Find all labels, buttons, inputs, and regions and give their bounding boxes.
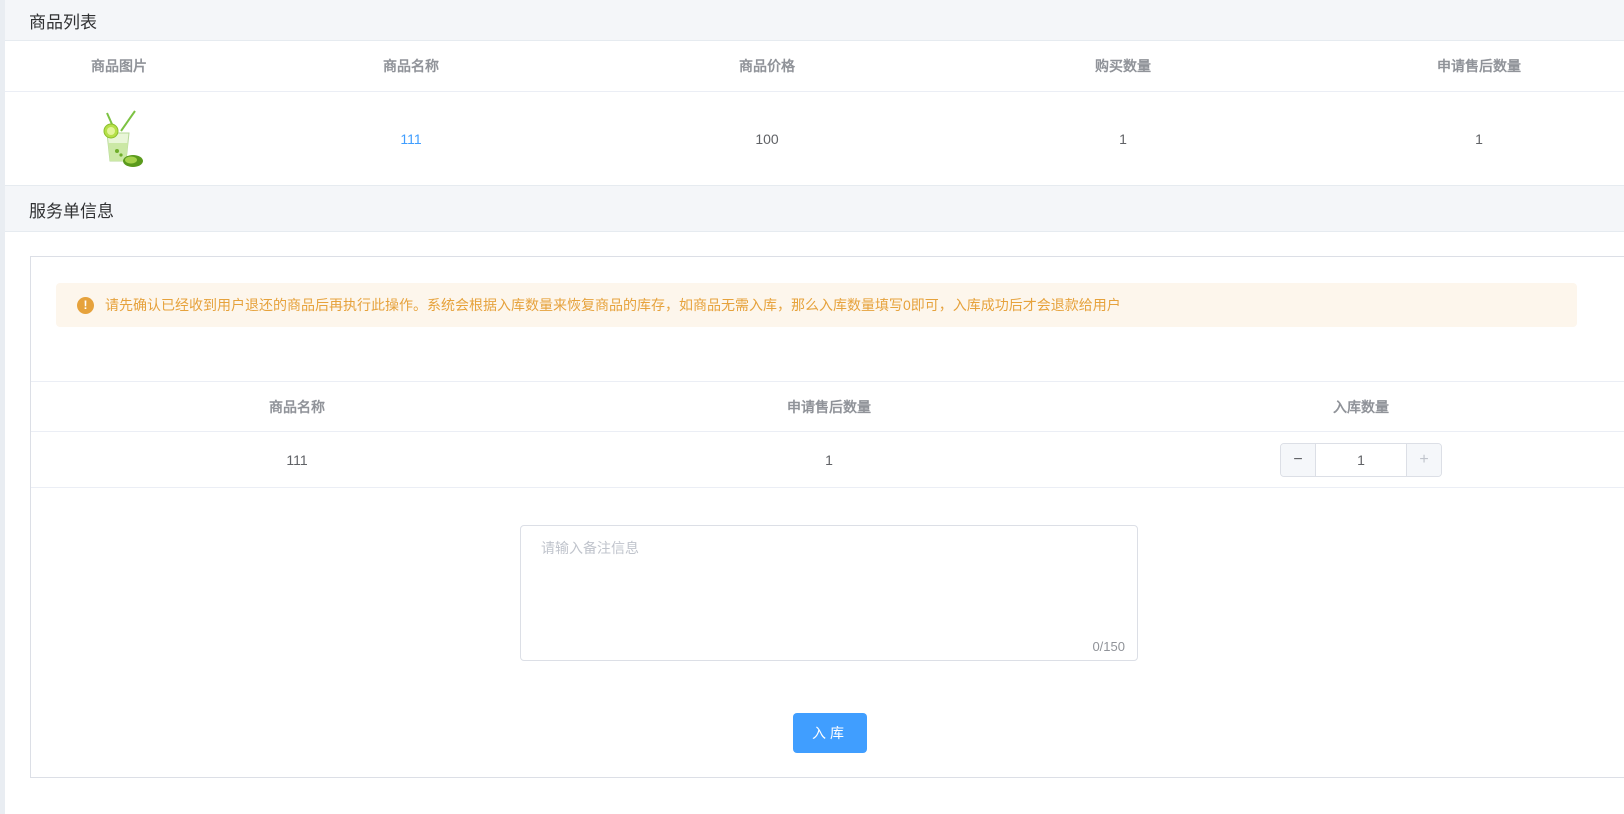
col-service-aftersale-qty: 申请售后数量 bbox=[787, 398, 871, 415]
product-table-header: 商品图片 商品名称 商品价格 购买数量 申请售后数量 bbox=[5, 41, 1624, 92]
col-product-price: 商品价格 bbox=[739, 58, 795, 74]
decrease-button[interactable]: − bbox=[1281, 443, 1316, 476]
remark-textarea[interactable]: 请输入备注信息 0/150 bbox=[520, 525, 1138, 661]
service-info-title: 服务单信息 bbox=[29, 202, 114, 221]
stock-in-qty-cell: − 1 + bbox=[1095, 432, 1624, 487]
col-product-image: 商品图片 bbox=[91, 58, 147, 74]
warning-icon: ! bbox=[77, 296, 94, 314]
col-product-name: 商品名称 bbox=[383, 58, 439, 74]
product-name-link[interactable]: 111 bbox=[233, 92, 589, 185]
remark-char-counter: 0/150 bbox=[1092, 639, 1125, 654]
product-buy-qty: 1 bbox=[1119, 130, 1127, 147]
stock-in-qty-input[interactable]: 1 bbox=[1316, 444, 1406, 476]
stock-table-row: 111 1 − 1 + bbox=[31, 432, 1624, 488]
stock-in-card: ! 请先确认已经收到用户退还的商品后再执行此操作。系统会根据入库数量来恢复商品的… bbox=[30, 256, 1624, 778]
stock-in-button[interactable]: 入库 bbox=[793, 713, 867, 753]
warning-alert-text: 请先确认已经收到用户退还的商品后再执行此操作。系统会根据入库数量来恢复商品的库存… bbox=[105, 297, 1121, 313]
stock-in-qty-stepper: − 1 + bbox=[1280, 442, 1442, 477]
product-list-header: 商品列表 bbox=[5, 0, 1624, 41]
col-aftersale-qty: 申请售后数量 bbox=[1437, 58, 1521, 74]
product-image-cell bbox=[5, 92, 233, 185]
product-list-title: 商品列表 bbox=[29, 13, 97, 32]
service-product-name: 111 bbox=[286, 451, 308, 468]
product-price: 100 bbox=[755, 130, 779, 147]
col-service-product-name: 商品名称 bbox=[269, 398, 325, 415]
service-aftersale-qty: 1 bbox=[825, 451, 833, 468]
service-info-header: 服务单信息 bbox=[5, 185, 1624, 232]
product-table-row: 111 100 1 1 bbox=[5, 92, 1624, 185]
increase-button[interactable]: + bbox=[1406, 443, 1441, 476]
stock-table-header: 商品名称 申请售后数量 入库数量 bbox=[31, 381, 1624, 432]
warning-alert: ! 请先确认已经收到用户退还的商品后再执行此操作。系统会根据入库数量来恢复商品的… bbox=[56, 283, 1577, 327]
remark-placeholder: 请输入备注信息 bbox=[541, 540, 639, 556]
col-stock-in-qty: 入库数量 bbox=[1333, 398, 1389, 415]
col-buy-qty: 购买数量 bbox=[1095, 58, 1151, 74]
lime-cocktail-drink-image bbox=[103, 109, 143, 167]
product-aftersale-qty: 1 bbox=[1475, 130, 1483, 147]
